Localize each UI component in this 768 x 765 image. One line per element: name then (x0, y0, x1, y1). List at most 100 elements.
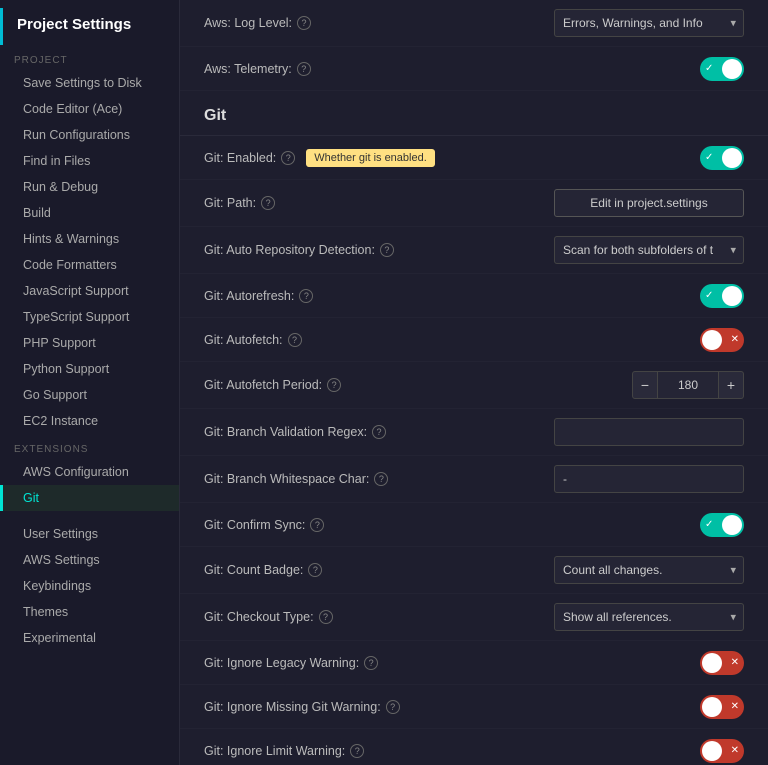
git-branch-regex-row: Git: Branch Validation Regex:? (180, 409, 768, 456)
aws-telemetry-row: Aws: Telemetry: ? ✓ (180, 47, 768, 91)
sidebar-item-typescript-support[interactable]: TypeScript Support (0, 304, 179, 330)
git-branch-regex-input[interactable] (554, 418, 744, 446)
git-checkout-type-dropdown[interactable]: Show all references.Local onlyRemote onl… (554, 603, 744, 631)
aws-telemetry-toggle[interactable]: ✓ (700, 57, 744, 81)
sidebar-item-aws-settings[interactable]: AWS Settings (0, 547, 179, 573)
git-autofetch-period-plus-button[interactable]: + (718, 371, 744, 399)
sidebar-item-javascript-support[interactable]: JavaScript Support (0, 278, 179, 304)
git-ignore-legacy-toggle[interactable]: ✕ (700, 651, 744, 675)
git-ignore-limit-help-icon[interactable]: ? (350, 744, 364, 758)
sidebar-item-run-configurations[interactable]: Run Configurations (0, 122, 179, 148)
git-autofetch-help-icon[interactable]: ? (288, 333, 302, 347)
sidebar-title: Project Settings (0, 8, 179, 45)
git-auto-repo-row: Git: Auto Repository Detection:? Scan for… (180, 227, 768, 274)
git-ignore-legacy-help-icon[interactable]: ? (364, 656, 378, 670)
sidebar-item-ec2-instance[interactable]: EC2 Instance (0, 408, 179, 434)
toggle-knob (722, 286, 742, 306)
sidebar-item-build[interactable]: Build (0, 200, 179, 226)
git-checkout-type-control: Show all references.Local onlyRemote onl… (544, 603, 744, 631)
git-ignore-limit-label: Git: Ignore Limit Warning:? (204, 744, 544, 758)
sidebar-item-save-settings-to-disk[interactable]: Save Settings to Disk (0, 70, 179, 96)
git-count-badge-control: Count all changes.Count staged onlyCount… (544, 556, 744, 584)
aws-telemetry-help-icon[interactable]: ? (297, 62, 311, 76)
git-autofetch-period-help-icon[interactable]: ? (327, 378, 341, 392)
git-ignore-missing-label: Git: Ignore Missing Git Warning:? (204, 700, 544, 714)
git-confirm-sync-label: Git: Confirm Sync:? (204, 518, 544, 532)
toggle-x-icon: ✕ (731, 657, 739, 668)
sidebar-item-aws-configuration[interactable]: AWS Configuration (0, 459, 179, 485)
git-autofetch-row: Git: Autofetch:? ✕ (180, 318, 768, 362)
git-path-label: Git: Path:? (204, 196, 544, 210)
git-autofetch-period-label: Git: Autofetch Period:? (204, 378, 544, 392)
toggle-knob (702, 741, 722, 761)
git-branch-regex-control (544, 418, 744, 446)
git-autofetch-period-stepper: − 180 + (632, 371, 744, 399)
sidebar-item-php-support[interactable]: PHP Support (0, 330, 179, 356)
git-autofetch-period-row: Git: Autofetch Period:? − 180 + (180, 362, 768, 409)
git-checkout-type-label: Git: Checkout Type:? (204, 610, 544, 624)
sidebar-item-run-&-debug[interactable]: Run & Debug (0, 174, 179, 200)
git-autorefresh-control: ✓ (544, 284, 744, 308)
git-autorefresh-help-icon[interactable]: ? (299, 289, 313, 303)
git-auto-repo-help-icon[interactable]: ? (380, 243, 394, 257)
sidebar-item-code-formatters[interactable]: Code Formatters (0, 252, 179, 278)
sidebar-item-git[interactable]: Git (0, 485, 179, 511)
main-content: Aws: Log Level: ? Errors, Warnings, and … (180, 0, 768, 765)
git-ignore-missing-toggle[interactable]: ✕ (700, 695, 744, 719)
toggle-check-icon: ✓ (705, 63, 713, 74)
git-ignore-limit-control: ✕ (544, 739, 744, 763)
toggle-x-icon: ✕ (731, 334, 739, 345)
sidebar-item-python-support[interactable]: Python Support (0, 356, 179, 382)
git-branch-regex-label: Git: Branch Validation Regex:? (204, 425, 544, 439)
toggle-check-icon: ✓ (705, 152, 713, 163)
git-path-edit-button[interactable]: Edit in project.settings (554, 189, 744, 217)
git-auto-repo-dropdown[interactable]: Scan for both subfolders of tScan for su… (554, 236, 744, 264)
toggle-knob (702, 330, 722, 350)
sidebar-section-extensions: EXTENSIONS (0, 434, 179, 459)
git-enabled-control: ✓ (544, 146, 744, 170)
git-autofetch-label: Git: Autofetch:? (204, 333, 544, 347)
aws-telemetry-control: ✓ (544, 57, 744, 81)
git-autofetch-toggle[interactable]: ✕ (700, 328, 744, 352)
git-confirm-sync-help-icon[interactable]: ? (310, 518, 324, 532)
git-count-badge-help-icon[interactable]: ? (308, 563, 322, 577)
aws-log-level-dropdown[interactable]: Errors, Warnings, and Info Errors only V… (554, 9, 744, 37)
sidebar-item-experimental[interactable]: Experimental (0, 625, 179, 651)
git-ignore-missing-help-icon[interactable]: ? (386, 700, 400, 714)
git-autofetch-period-control: − 180 + (544, 371, 744, 399)
git-branch-whitespace-help-icon[interactable]: ? (374, 472, 388, 486)
toggle-knob (722, 515, 742, 535)
sidebar-item-go-support[interactable]: Go Support (0, 382, 179, 408)
toggle-knob (702, 653, 722, 673)
toggle-check-icon: ✓ (705, 519, 713, 530)
git-enabled-toggle[interactable]: ✓ (700, 146, 744, 170)
git-autofetch-period-minus-button[interactable]: − (632, 371, 658, 399)
git-autorefresh-toggle[interactable]: ✓ (700, 284, 744, 308)
git-count-badge-row: Git: Count Badge:?Count all changes.Coun… (180, 547, 768, 594)
git-checkout-type-help-icon[interactable]: ? (319, 610, 333, 624)
aws-log-level-row: Aws: Log Level: ? Errors, Warnings, and … (180, 0, 768, 47)
sidebar-item-themes[interactable]: Themes (0, 599, 179, 625)
sidebar-item-keybindings[interactable]: Keybindings (0, 573, 179, 599)
toggle-x-icon: ✕ (731, 701, 739, 712)
git-ignore-limit-toggle[interactable]: ✕ (700, 739, 744, 763)
git-enabled-row: Git: Enabled:?Whether git is enabled.✓ (180, 136, 768, 180)
sidebar-item-user-settings[interactable]: User Settings (0, 521, 179, 547)
git-branch-whitespace-input[interactable] (554, 465, 744, 493)
git-branch-regex-help-icon[interactable]: ? (372, 425, 386, 439)
sidebar: Project Settings PROJECT Save Settings t… (0, 0, 180, 765)
sidebar-item-code-editor-(ace)[interactable]: Code Editor (Ace) (0, 96, 179, 122)
git-auto-repo-label: Git: Auto Repository Detection:? (204, 243, 544, 257)
git-autofetch-control: ✕ (544, 328, 744, 352)
aws-log-level-help-icon[interactable]: ? (297, 16, 311, 30)
aws-log-level-dropdown-wrapper: Errors, Warnings, and Info Errors only V… (554, 9, 744, 37)
sidebar-item-find-in-files[interactable]: Find in Files (0, 148, 179, 174)
git-enabled-help-icon[interactable]: ? (281, 151, 295, 165)
sidebar-item-hints-&-warnings[interactable]: Hints & Warnings (0, 226, 179, 252)
git-checkout-type-dropdown-wrapper: Show all references.Local onlyRemote onl… (554, 603, 744, 631)
git-ignore-missing-control: ✕ (544, 695, 744, 719)
git-ignore-limit-row: Git: Ignore Limit Warning:? ✕ (180, 729, 768, 765)
git-count-badge-dropdown[interactable]: Count all changes.Count staged onlyCount… (554, 556, 744, 584)
git-confirm-sync-toggle[interactable]: ✓ (700, 513, 744, 537)
git-path-help-icon[interactable]: ? (261, 196, 275, 210)
